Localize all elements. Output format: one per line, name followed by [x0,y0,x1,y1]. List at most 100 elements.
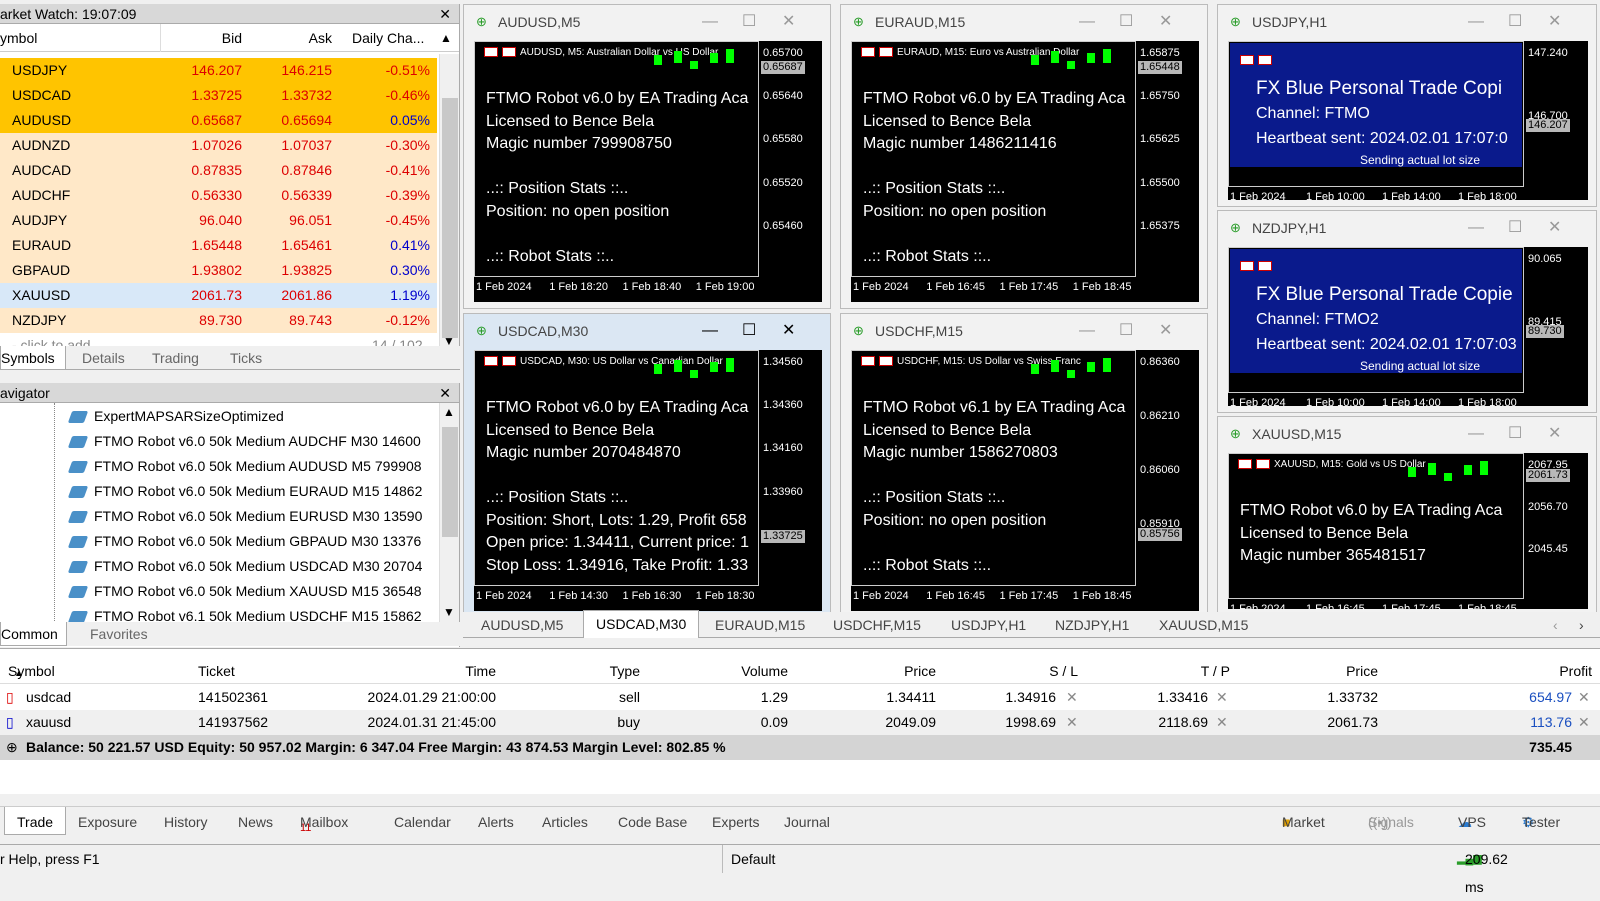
chart-titlebar[interactable]: ⊕ EURAUD,M15 — ☐ ✕ [841,5,1207,39]
symbol-row[interactable]: AUDCHF 0.56330 0.56339 -0.39% [0,183,437,208]
chart-window[interactable]: ⊕ EURAUD,M15— ☐ ✕ EURAUD, M15: Euro vs Austr… [840,4,1208,309]
chart-canvas[interactable]: USDCHF, M15: US Dollar vs Swiss Franc FTM… [851,350,1199,611]
tab-code-base[interactable]: Code Base [618,807,687,837]
chart-titlebar[interactable]: ⊕ XAUUSD,M15 — ☐ ✕ [1218,417,1596,451]
scroll-thumb[interactable] [442,427,458,537]
navigator-item[interactable]: FTMO Robot v6.0 50k Medium USDCAD M30 20… [67,554,422,579]
symbol-row[interactable]: XAUUSD 2061.73 2061.86 1.19% [0,283,437,308]
close-icon[interactable]: ✕ [1159,314,1172,348]
close-icon[interactable]: ✕ [1159,5,1172,39]
tab-mailbox[interactable]: Mailbox 11 [300,807,348,843]
chart-canvas[interactable]: EURAUD, M15: Euro vs Australian Dollar FT… [851,41,1199,302]
maximize-icon[interactable]: ☐ [742,5,756,39]
navigator-item[interactable]: FTMO Robot v6.0 50k Medium AUDCHF M30 14… [67,429,421,454]
chart-window[interactable]: ⊕ AUDUSD,M5 — ☐ ✕ AUDUSD, M5: Australian Doll… [463,4,831,309]
close-icon[interactable]: ✕ [439,383,451,403]
navigator-item[interactable]: FTMO Robot v6.0 50k Medium AUDUSD M5 799… [67,454,422,479]
tab-journal[interactable]: Journal [784,807,830,837]
symbol-row[interactable]: GBPAUD 1.93802 1.93825 0.30% [0,258,437,283]
close-position-icon[interactable]: ✕ [1578,710,1590,735]
close-icon[interactable]: ✕ [782,5,795,39]
symbol-row[interactable]: AUDJPY 96.040 96.051 -0.45% [0,208,437,233]
chart-window[interactable]: ⊕ USDCHF,M15— ☐ ✕ USDCHF, M15: US Dollar vs … [840,313,1208,618]
tab-articles[interactable]: Articles [542,807,588,837]
minimize-icon[interactable]: — [1079,314,1095,348]
maximize-icon[interactable]: ☐ [1508,211,1522,245]
chevron-right-icon[interactable]: › [1579,612,1584,638]
tab-alerts[interactable]: Alerts [478,807,514,837]
symbol-row[interactable]: AUDNZD 1.07026 1.07037 -0.30% [0,133,437,158]
col-time[interactable]: Time [300,659,496,684]
trade-sl[interactable]: 1.34916 [940,685,1056,710]
tab-calendar[interactable]: Calendar [394,807,451,837]
navigator-item[interactable]: ExpertMAPSARSizeOptimized [67,404,284,429]
symbol-row[interactable]: AUDUSD 0.65687 0.65694 0.05% [0,108,437,133]
chart-canvas[interactable]: FX Blue Personal Trade Copie Channel: FTM… [1228,247,1588,406]
close-icon[interactable]: ✕ [1548,5,1561,39]
chart-tab[interactable]: EURAUD,M15 [715,612,805,638]
col-current-price[interactable]: Price [1240,659,1378,684]
chart-window[interactable]: ⊕ XAUUSD,M15— ☐ ✕ XAUUSD, M15: Gold vs US Do… [1217,416,1597,616]
symbol-row[interactable]: USDCAD 1.33725 1.33732 -0.46% [0,83,437,108]
close-icon[interactable]: ✕ [1548,417,1561,451]
scroll-thumb[interactable] [442,98,458,338]
minimize-icon[interactable]: — [1468,417,1484,451]
col-tp[interactable]: T / P [1090,659,1230,684]
trade-sl[interactable]: 1998.69 [940,710,1056,735]
symbol-row[interactable]: NZDJPY 89.730 89.743 -0.12% [0,308,437,333]
tab-details[interactable]: Details [82,346,125,370]
tab-experts[interactable]: Experts [712,807,759,837]
trade-row[interactable]: ▯ usdcad 141502361 2024.01.29 21:00:00 sell 1… [0,685,1600,710]
maximize-icon[interactable]: ☐ [1119,314,1133,348]
trade-tp[interactable]: 1.33416 [1090,685,1208,710]
status-profile[interactable]: Default [722,845,775,873]
maximize-icon[interactable]: ☐ [742,314,756,348]
scroll-down-icon[interactable]: ▼ [443,605,455,619]
chart-tab[interactable]: USDCHF,M15 [833,612,921,638]
remove-tp-icon[interactable]: ✕ [1216,685,1228,710]
symbol-row[interactable]: EURAUD 1.65448 1.65461 0.41% [0,233,437,258]
maximize-icon[interactable]: ☐ [1508,417,1522,451]
symbol-row[interactable]: USDJPY 146.207 146.215 -0.51% [0,58,437,83]
chart-window[interactable]: ⊕ USDCAD,M30 — ☐ ✕ USDCAD, M30: US Dollar vs … [463,313,831,618]
minimize-icon[interactable]: — [1468,5,1484,39]
col-type[interactable]: Type [500,659,640,684]
plus-circle-icon[interactable]: ⊕ [6,735,18,760]
chart-window[interactable]: ⊕ USDJPY,H1 — ☐ ✕ FX Blue Personal Trade Copi… [1217,4,1597,207]
col-change[interactable]: Daily Cha... [352,24,424,52]
chevron-left-icon[interactable]: ‹ [1553,612,1558,638]
tab-ticks[interactable]: Ticks [230,346,262,370]
minimize-icon[interactable]: — [1079,5,1095,39]
minimize-icon[interactable]: — [702,5,718,39]
chart-tab[interactable]: AUDUSD,M5 [481,612,563,638]
chart-canvas[interactable]: FX Blue Personal Trade Copi Channel: FTMO… [1228,41,1588,200]
col-profit[interactable]: Profit [1400,659,1592,684]
maximize-icon[interactable]: ☐ [1508,5,1522,39]
col-price[interactable]: Price [800,659,936,684]
chart-window[interactable]: ⊕ NZDJPY,H1 — ☐ ✕ FX Blue Personal Trade Copi… [1217,210,1597,413]
scroll-up-icon[interactable]: ▲ [443,405,455,419]
trade-row[interactable]: ▯ xauusd 141937562 2024.01.31 21:45:00 buy 0.… [0,710,1600,735]
close-position-icon[interactable]: ✕ [1578,685,1590,710]
scroll-up-icon[interactable]: ▲ [440,24,452,52]
minimize-icon[interactable]: — [1468,211,1484,245]
tab-symbols[interactable]: Symbols [0,346,66,370]
chart-titlebar[interactable]: ⊕ USDCAD,M30 — ☐ ✕ [464,314,830,348]
chart-tab-active[interactable]: USDCAD,M30 [583,610,700,638]
col-bid[interactable]: Bid [160,24,242,52]
remove-sl-icon[interactable]: ✕ [1066,685,1078,710]
tab-trading[interactable]: Trading [152,346,199,370]
chart-titlebar[interactable]: ⊕ NZDJPY,H1 — ☐ ✕ [1218,211,1596,245]
navigator-item[interactable]: FTMO Robot v6.0 50k Medium EURAUD M15 14… [67,479,422,504]
tab-history[interactable]: History [164,807,208,837]
chart-tab[interactable]: NZDJPY,H1 [1055,612,1129,638]
chart-titlebar[interactable]: ⊕ AUDUSD,M5 — ☐ ✕ [464,5,830,39]
chart-titlebar[interactable]: ⊕ USDJPY,H1 — ☐ ✕ [1218,5,1596,39]
remove-sl-icon[interactable]: ✕ [1066,710,1078,735]
tab-exposure[interactable]: Exposure [78,807,137,837]
col-symbol[interactable]: Symbol ▲ [8,659,55,686]
tab-common[interactable]: Common [0,622,67,646]
chart-canvas[interactable]: USDCAD, M30: US Dollar vs Canadian Dolla… [474,350,822,611]
navigator-item[interactable]: FTMO Robot v6.0 50k Medium XAUUSD M15 36… [67,579,422,604]
col-volume[interactable]: Volume [650,659,788,684]
